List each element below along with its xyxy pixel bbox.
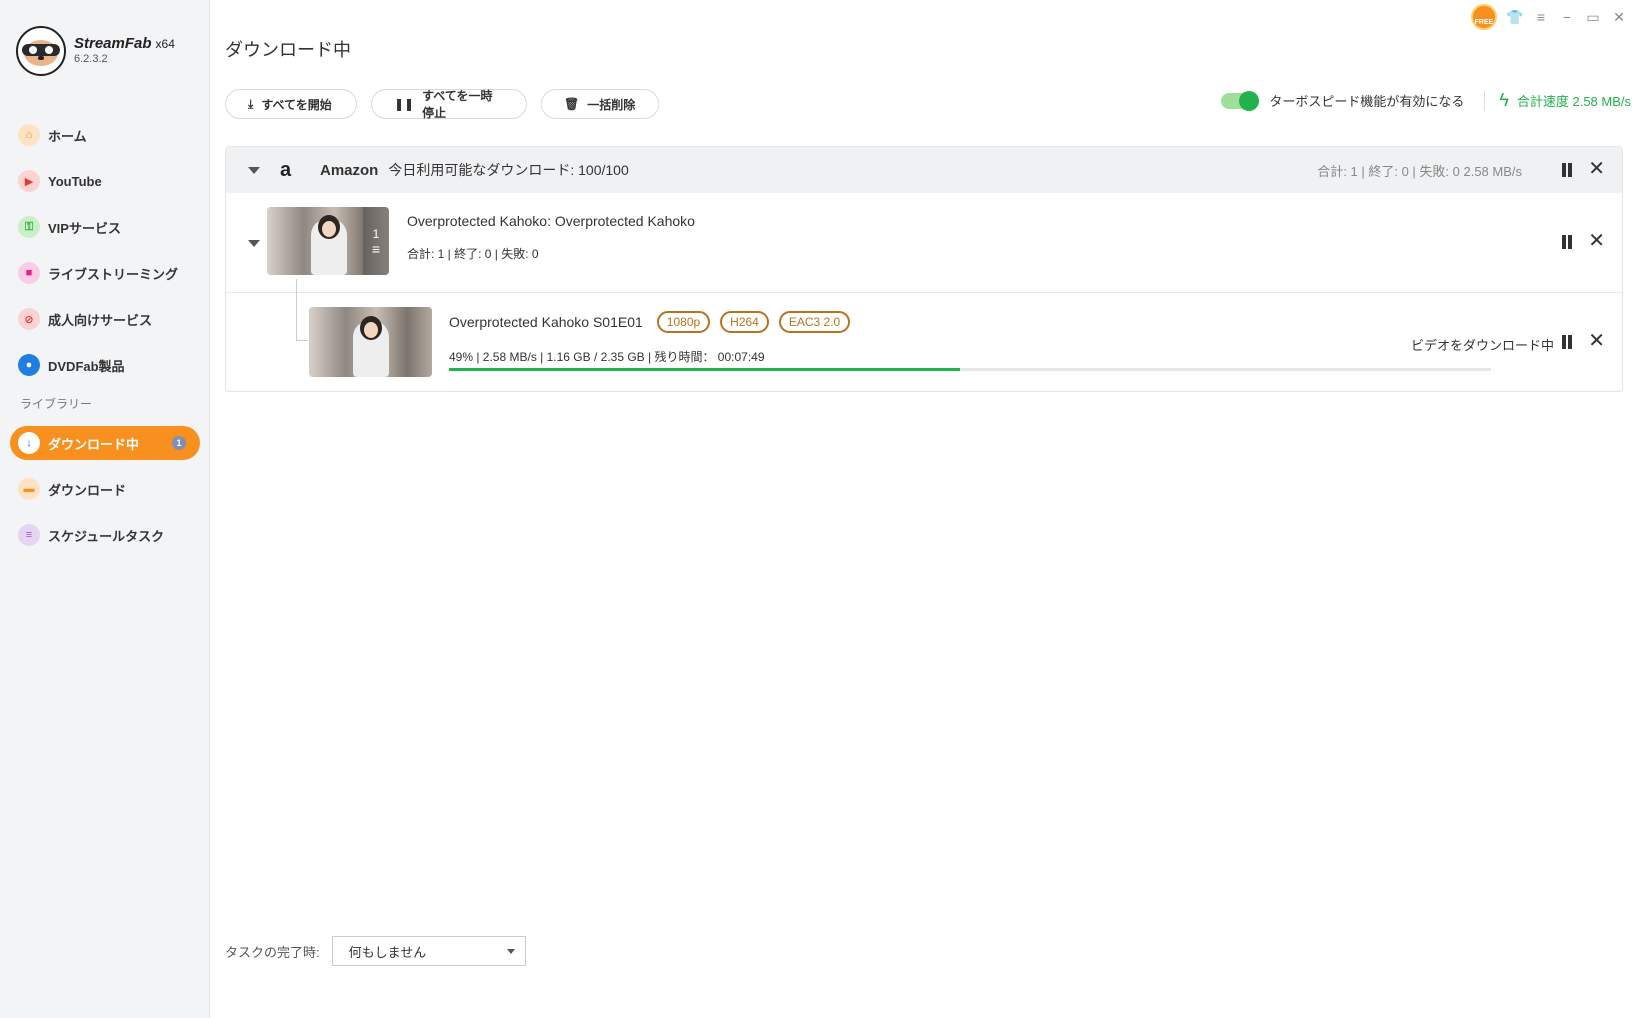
adult-icon: ⊘: [18, 308, 40, 330]
camera-icon: ■: [18, 262, 40, 284]
sidebar-item-label: ライブストリーミング: [48, 266, 179, 282]
sidebar-item-home[interactable]: ⌂ ホーム: [10, 118, 200, 152]
progress-bar: [449, 368, 1491, 371]
completion-action: タスクの完了時: 何もしません: [225, 936, 526, 966]
home-icon: ⌂: [18, 124, 40, 146]
audio-tag: EAC3 2.0: [778, 311, 851, 333]
codec-tag: H264: [720, 311, 769, 333]
app-version: 6.2.3.2: [74, 53, 108, 66]
episode-close-button[interactable]: ✕: [1588, 331, 1605, 351]
group-close-button[interactable]: ✕: [1588, 159, 1605, 179]
pause-icon: ❚❚: [394, 97, 415, 111]
sidebar-item-adult[interactable]: ⊘ 成人向けサービス: [10, 302, 200, 336]
toolbar: ⤓ すべてを開始 ❚❚ すべてを一時停止 🗑 一括削除: [225, 89, 673, 120]
youtube-icon: ▶: [18, 170, 40, 192]
sidebar-item-label: VIPサービス: [48, 220, 121, 236]
episode-pause-button[interactable]: [1560, 335, 1574, 349]
turbo-toggle[interactable]: [1221, 90, 1260, 111]
tree-line: [296, 340, 308, 341]
lightning-icon: ϟ: [1499, 90, 1509, 110]
group-service-name: Amazon: [320, 161, 379, 179]
download-group: a Amazon 今日利用可能なダウンロード: 100/100 合計: 1 | …: [225, 146, 1623, 392]
dvdfab-icon: ●: [18, 354, 40, 376]
page-title: ダウンロード中: [225, 40, 351, 60]
completion-label: タスクの完了時:: [225, 944, 320, 960]
library-section-label: ライブラリー: [20, 397, 93, 411]
main-content: ダウンロード中 ⤓ すべてを開始 ❚❚ すべてを一時停止 🗑 一括削除 ターボス…: [210, 0, 1639, 1018]
schedule-icon: ≡: [18, 524, 40, 546]
progress-fill: [449, 368, 960, 371]
group-pause-button[interactable]: [1560, 163, 1574, 177]
sidebar-nav: ⌂ ホーム ▶ YouTube ⚿ VIPサービス ■ ライブストリーミング ⊘…: [10, 118, 200, 564]
playlist-overlay: 1 ≡: [363, 207, 389, 275]
series-title: Overprotected Kahoko: Overprotected Kaho…: [407, 213, 695, 229]
count-badge: 1: [172, 436, 186, 450]
download-icon: ↓: [18, 432, 40, 454]
list-icon: ≡: [371, 241, 381, 257]
sidebar-item-live[interactable]: ■ ライブストリーミング: [10, 256, 200, 290]
turbo-area: ターボスピード機能が有効になる ϟ 合計速度 2.58 MB/s: [1221, 90, 1631, 111]
series-row: 1 ≡ Overprotected Kahoko: Overprotected …: [226, 193, 1622, 293]
episode-count: 1: [372, 227, 380, 241]
sidebar-item-youtube[interactable]: ▶ YouTube: [10, 164, 200, 198]
delete-all-label: 一括削除: [587, 97, 636, 112]
brand: StreamFab x64 6.2.3.2: [16, 26, 175, 76]
sidebar-item-dvdfab[interactable]: ● DVDFab製品: [10, 348, 200, 382]
episode-thumbnail: [309, 307, 432, 377]
tree-line: [296, 279, 297, 341]
collapse-caret-icon[interactable]: [248, 240, 260, 247]
amazon-icon: a: [280, 158, 292, 181]
group-stats: 合計: 1 | 終了: 0 | 失敗: 0 2.58 MB/s: [1317, 163, 1522, 179]
sidebar-item-label: スケジュールタスク: [48, 528, 165, 544]
turbo-label: ターボスピード機能が有効になる: [1269, 94, 1465, 109]
delete-all-button[interactable]: 🗑 一括削除: [541, 89, 659, 119]
sidebar-item-label: YouTube: [48, 173, 102, 189]
completion-select[interactable]: 何もしません: [331, 936, 526, 966]
sidebar-item-label: 成人向けサービス: [48, 312, 153, 328]
sidebar-item-label: DVDFab製品: [48, 358, 125, 374]
start-all-label: すべてを開始: [261, 97, 332, 112]
download-icon: ⤓: [248, 96, 254, 111]
chevron-down-icon: [506, 949, 515, 954]
sidebar-item-downloaded[interactable]: ▬ ダウンロード: [10, 472, 200, 506]
episode-status: ビデオをダウンロード中: [1410, 338, 1554, 353]
total-speed: 合計速度 2.58 MB/s: [1516, 94, 1631, 109]
app-name: StreamFab: [74, 35, 152, 53]
folder-icon: ▬: [18, 478, 40, 500]
series-pause-button[interactable]: [1560, 235, 1574, 249]
series-stats: 合計: 1 | 終了: 0 | 失敗: 0: [407, 247, 539, 261]
streamfab-logo-icon: [16, 26, 66, 76]
sidebar-item-vip[interactable]: ⚿ VIPサービス: [10, 210, 200, 244]
sidebar-item-label: ダウンロード中: [48, 436, 140, 452]
app-arch: x64: [155, 37, 175, 52]
series-thumbnail: 1 ≡: [267, 207, 389, 275]
pause-all-label: すべてを一時停止: [422, 89, 493, 120]
start-all-button[interactable]: ⤓ すべてを開始: [225, 89, 357, 119]
sidebar-item-label: ホーム: [48, 128, 87, 144]
group-quota: 今日利用可能なダウンロード: 100/100: [388, 162, 629, 178]
divider: [1484, 90, 1486, 111]
episode-row: Overprotected Kahoko S01E01 1080p H264 E…: [226, 279, 1622, 391]
series-close-button[interactable]: ✕: [1588, 231, 1605, 251]
sidebar-item-label: ダウンロード: [48, 482, 127, 498]
key-icon: ⚿: [18, 216, 40, 238]
episode-stats: 49% | 2.58 MB/s | 1.16 GB / 2.35 GB | 残り…: [449, 350, 765, 364]
sidebar-item-schedule[interactable]: ≡ スケジュールタスク: [10, 518, 200, 552]
completion-select-value: 何もしません: [348, 944, 427, 960]
group-header: a Amazon 今日利用可能なダウンロード: 100/100 合計: 1 | …: [226, 147, 1622, 193]
collapse-caret-icon[interactable]: [248, 166, 260, 174]
trash-icon: 🗑: [564, 97, 580, 111]
episode-title-line: Overprotected Kahoko S01E01 1080p H264 E…: [449, 311, 851, 333]
sidebar: StreamFab x64 6.2.3.2 ⌂ ホーム ▶ YouTube ⚿ V…: [0, 0, 210, 1018]
resolution-tag: 1080p: [656, 311, 711, 333]
episode-title: Overprotected Kahoko S01E01: [449, 314, 643, 330]
sidebar-item-downloading[interactable]: ↓ ダウンロード中 1: [10, 426, 200, 460]
pause-all-button[interactable]: ❚❚ すべてを一時停止: [371, 89, 527, 120]
